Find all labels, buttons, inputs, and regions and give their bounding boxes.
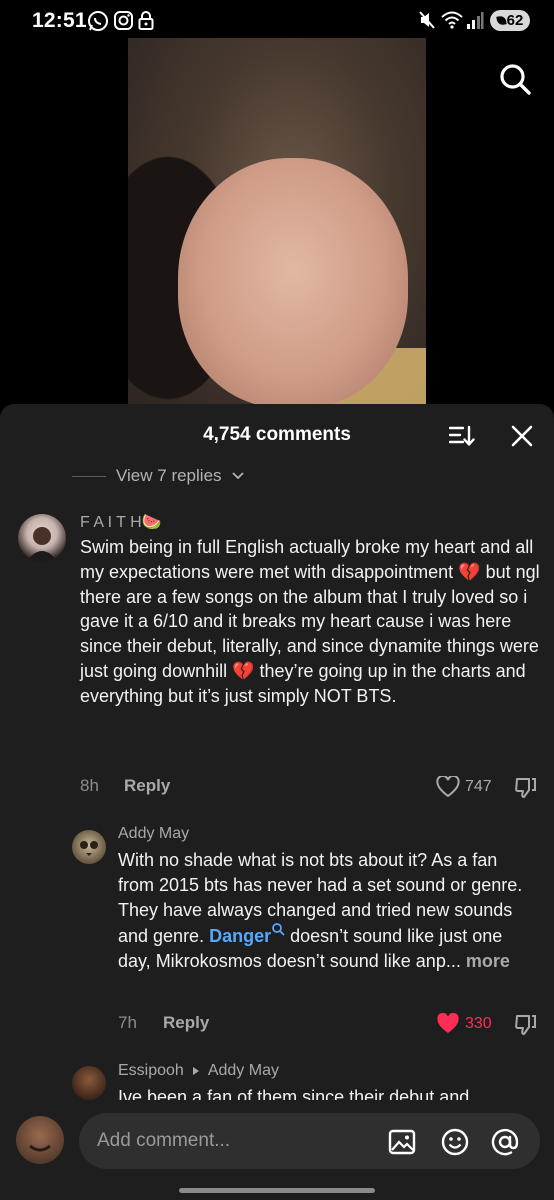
search-small-icon xyxy=(272,923,285,937)
comments-sheet: 4,754 comments View 7 replies F A I T H🍉… xyxy=(0,404,554,1200)
comment-text: Ive been a fan of them since their debut… xyxy=(118,1087,470,1100)
sort-icon[interactable] xyxy=(449,424,475,448)
comment-text: With no shade what is not bts about it? … xyxy=(118,848,538,974)
search-link[interactable]: Danger xyxy=(209,926,271,946)
wifi-icon xyxy=(441,11,463,29)
dislike-icon[interactable] xyxy=(514,776,538,800)
instagram-icon xyxy=(114,11,133,30)
reply-to-author[interactable]: Addy May xyxy=(208,1062,279,1080)
reply-thread-line xyxy=(72,475,106,477)
video-frame-face xyxy=(178,158,408,408)
comment-author[interactable]: Essipooh xyxy=(118,1062,184,1080)
battery-indicator: 62 xyxy=(490,10,530,31)
reply-arrow-icon xyxy=(192,1067,199,1075)
avatar[interactable] xyxy=(72,830,106,864)
like-count: 747 xyxy=(465,778,492,795)
comments-header: 4,754 comments xyxy=(0,404,554,464)
avatar-image xyxy=(80,841,98,856)
whatsapp-icon xyxy=(88,11,108,31)
reply-button[interactable]: Reply xyxy=(163,1013,209,1033)
heart-filled-icon xyxy=(437,1013,459,1033)
comment-time: 8h xyxy=(80,776,99,795)
avatar[interactable] xyxy=(18,514,66,562)
comment-author-row: Essipooh Addy May xyxy=(118,1062,279,1080)
like-button[interactable]: 747 xyxy=(436,776,492,798)
lock-icon xyxy=(138,11,154,30)
avatar-image xyxy=(26,527,58,562)
status-bar: 12:51 62 xyxy=(0,0,554,40)
emoji-icon[interactable] xyxy=(440,1127,470,1157)
user-avatar[interactable] xyxy=(16,1116,64,1164)
avatar[interactable] xyxy=(72,1066,106,1100)
mute-icon xyxy=(419,11,435,29)
reply-button[interactable]: Reply xyxy=(124,776,170,796)
image-icon[interactable] xyxy=(387,1127,417,1157)
comment-author[interactable]: Addy May xyxy=(118,825,189,843)
close-icon[interactable] xyxy=(510,424,534,448)
chevron-down-icon xyxy=(231,472,244,480)
battery-saver-icon xyxy=(495,15,507,26)
status-time: 12:51 xyxy=(32,9,87,32)
like-button[interactable]: 330 xyxy=(436,1013,492,1035)
comment-composer xyxy=(0,1100,554,1200)
search-icon[interactable] xyxy=(498,62,532,96)
signal-icon xyxy=(467,12,484,29)
like-count: 330 xyxy=(465,1015,492,1032)
more-button[interactable]: more xyxy=(466,951,510,971)
view-replies-button[interactable]: View 7 replies xyxy=(72,465,244,487)
comment-text: Swim being in full English actually brok… xyxy=(80,537,540,706)
comment-author[interactable]: F A I T H🍉 xyxy=(80,512,162,532)
view-replies-label: View 7 replies xyxy=(116,466,222,485)
comment-input-wrapper[interactable] xyxy=(79,1113,540,1169)
comment-time: 7h xyxy=(118,1013,137,1032)
video-preview[interactable] xyxy=(128,38,426,418)
avatar-image xyxy=(29,1144,51,1152)
battery-level: 62 xyxy=(506,12,524,29)
home-indicator[interactable] xyxy=(179,1188,375,1193)
dislike-icon[interactable] xyxy=(514,1013,538,1037)
heart-outline-icon xyxy=(436,776,460,798)
mention-icon[interactable] xyxy=(490,1127,520,1157)
comment-input[interactable] xyxy=(97,1125,367,1157)
